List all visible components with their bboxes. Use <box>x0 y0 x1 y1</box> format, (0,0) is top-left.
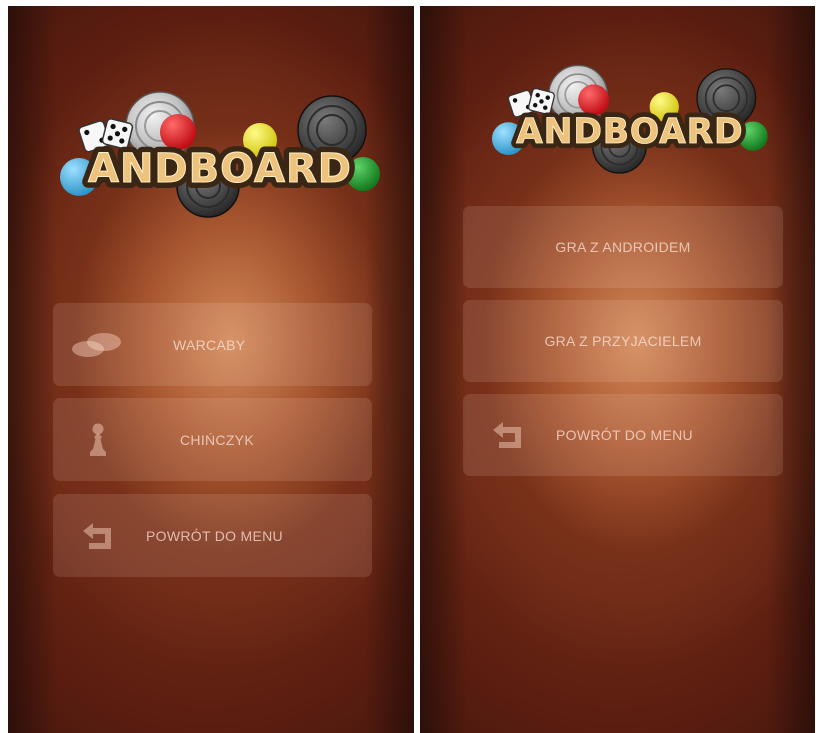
main-menu-screen: ANDBOARD ANDBOARD WARCABY CHIŃCZYK POWRÓ… <box>8 6 414 733</box>
logo-wordmark: ANDBOARD <box>516 112 743 152</box>
dice-icon <box>527 87 555 115</box>
ludo-label: CHIŃCZYK <box>180 431 254 448</box>
back-to-menu-label: POWRÓT DO MENU <box>556 427 693 443</box>
red-token-icon <box>160 114 196 150</box>
dice-icon <box>101 118 134 150</box>
screenshot-frame: ANDBOARD ANDBOARD WARCABY CHIŃCZYK POWRÓ… <box>0 0 816 733</box>
red-token-icon <box>578 84 610 116</box>
play-vs-android-button[interactable]: GRA Z ANDROIDEM <box>463 206 783 288</box>
checkers-piece-icon <box>70 303 124 386</box>
andboard-logo: ANDBOARD ANDBOARD <box>50 88 380 218</box>
checkers-label: WARCABY <box>173 336 246 353</box>
ludo-button[interactable]: CHIŃCZYK <box>53 398 372 481</box>
logo-wordmark: ANDBOARD <box>88 146 352 192</box>
checkers-button[interactable]: WARCABY <box>53 303 372 386</box>
back-to-menu-button[interactable]: POWRÓT DO MENU <box>53 494 372 577</box>
back-arrow-icon <box>81 494 115 577</box>
play-vs-friend-label: GRA Z PRZYJACIELEM <box>544 333 702 349</box>
play-vs-friend-button[interactable]: GRA Z PRZYJACIELEM <box>463 300 783 382</box>
andboard-logo: ANDBOARD ANDBOARD <box>483 62 768 174</box>
back-arrow-icon <box>491 394 525 476</box>
game-mode-screen: ANDBOARD ANDBOARD GRA Z ANDROIDEM GRA Z … <box>420 6 815 733</box>
back-to-menu-button[interactable]: POWRÓT DO MENU <box>463 394 783 476</box>
back-to-menu-label: POWRÓT DO MENU <box>146 527 283 544</box>
play-vs-android-label: GRA Z ANDROIDEM <box>555 239 691 255</box>
pawn-icon <box>87 398 109 481</box>
